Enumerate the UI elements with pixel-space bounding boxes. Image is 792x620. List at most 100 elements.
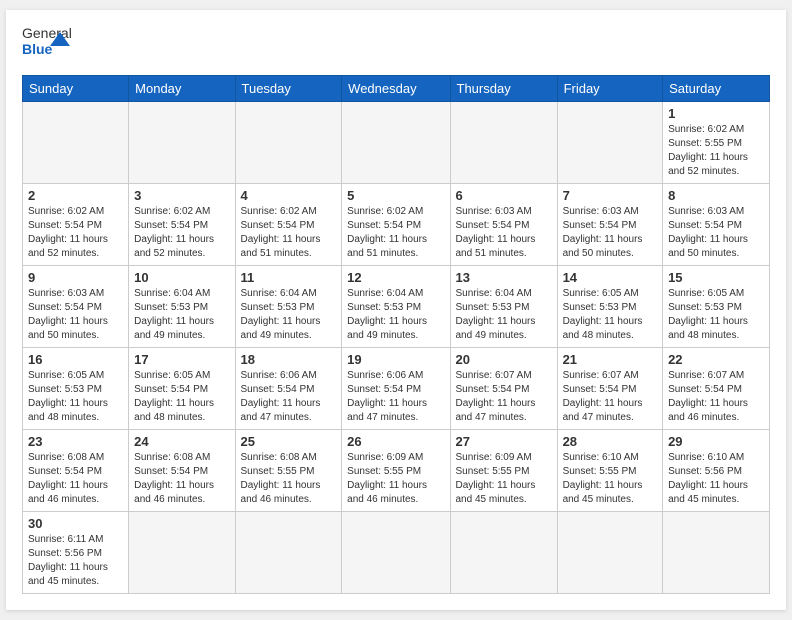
week-row-4: 16Sunrise: 6:05 AM Sunset: 5:53 PM Dayli… xyxy=(23,348,770,430)
day-info: Sunrise: 6:10 AM Sunset: 5:56 PM Dayligh… xyxy=(668,451,764,507)
calendar-cell: 25 Sunrise: 6:08 AM Sunset: 5:55 PM Dayli… xyxy=(235,430,342,512)
day-number: 25 xyxy=(241,434,337,449)
calendar-cell xyxy=(342,102,450,184)
calendar-cell: 30 Sunrise: 6:11 AM Sunset: 5:56 PM Dayli… xyxy=(23,512,129,594)
calendar-container: GeneralBlue SundayMondayTuesdayWednesday… xyxy=(6,10,786,610)
calendar-cell: 6Sunrise: 6:03 AM Sunset: 5:54 PM Daylig… xyxy=(450,184,557,266)
day-info: Sunrise: 6:06 AM Sunset: 5:54 PM Dayligh… xyxy=(347,369,444,425)
day-info: Sunrise: 6:04 AM Sunset: 5:53 PM Dayligh… xyxy=(456,287,552,343)
day-number: 6 xyxy=(456,188,552,203)
day-info: Sunrise: 6:05 AM Sunset: 5:53 PM Dayligh… xyxy=(668,287,764,343)
day-info: Sunrise: 6:05 AM Sunset: 5:53 PM Dayligh… xyxy=(563,287,658,343)
day-number: 27 xyxy=(456,434,552,449)
calendar-cell: 2 Sunrise: 6:02 AM Sunset: 5:54 PM Daylig… xyxy=(23,184,129,266)
day-info: Sunrise: 6:08 AM Sunset: 5:54 PM Dayligh… xyxy=(28,451,123,507)
day-info: Sunrise: 6:09 AM Sunset: 5:55 PM Dayligh… xyxy=(456,451,552,507)
day-number: 21 xyxy=(563,352,658,367)
calendar-cell: 9 Sunrise: 6:03 AM Sunset: 5:54 PM Daylig… xyxy=(23,266,129,348)
calendar-cell: 7 Sunrise: 6:03 AM Sunset: 5:54 PM Daylig… xyxy=(557,184,663,266)
weekday-header-tuesday: Tuesday xyxy=(235,76,342,102)
day-number: 30 xyxy=(28,516,123,531)
day-info: Sunrise: 6:02 AM Sunset: 5:54 PM Dayligh… xyxy=(134,205,229,261)
day-number: 23 xyxy=(28,434,123,449)
calendar-cell xyxy=(23,102,129,184)
day-info: Sunrise: 6:03 AM Sunset: 5:54 PM Dayligh… xyxy=(28,287,123,343)
day-number: 18 xyxy=(241,352,337,367)
day-info: Sunrise: 6:05 AM Sunset: 5:54 PM Dayligh… xyxy=(134,369,229,425)
calendar-cell: 26 Sunrise: 6:09 AM Sunset: 5:55 PM Dayli… xyxy=(342,430,450,512)
calendar-cell: 28 Sunrise: 6:10 AM Sunset: 5:55 PM Dayli… xyxy=(557,430,663,512)
calendar-cell xyxy=(663,512,770,594)
day-info: Sunrise: 6:11 AM Sunset: 5:56 PM Dayligh… xyxy=(28,533,123,589)
day-info: Sunrise: 6:10 AM Sunset: 5:55 PM Dayligh… xyxy=(563,451,658,507)
day-info: Sunrise: 6:04 AM Sunset: 5:53 PM Dayligh… xyxy=(241,287,337,343)
day-number: 24 xyxy=(134,434,229,449)
week-row-2: 2 Sunrise: 6:02 AM Sunset: 5:54 PM Daylig… xyxy=(23,184,770,266)
calendar-cell: 1Sunrise: 6:02 AM Sunset: 5:55 PM Daylig… xyxy=(663,102,770,184)
week-row-1: 1Sunrise: 6:02 AM Sunset: 5:55 PM Daylig… xyxy=(23,102,770,184)
day-number: 12 xyxy=(347,270,444,285)
week-row-5: 23 Sunrise: 6:08 AM Sunset: 5:54 PM Dayli… xyxy=(23,430,770,512)
calendar-cell xyxy=(235,102,342,184)
calendar-cell xyxy=(557,512,663,594)
calendar-cell: 8 Sunrise: 6:03 AM Sunset: 5:54 PM Daylig… xyxy=(663,184,770,266)
calendar-body: 1Sunrise: 6:02 AM Sunset: 5:55 PM Daylig… xyxy=(23,102,770,594)
day-number: 5 xyxy=(347,188,444,203)
day-number: 13 xyxy=(456,270,552,285)
calendar-cell: 22 Sunrise: 6:07 AM Sunset: 5:54 PM Dayli… xyxy=(663,348,770,430)
day-number: 10 xyxy=(134,270,229,285)
calendar-cell xyxy=(450,512,557,594)
calendar-cell: 5 Sunrise: 6:02 AM Sunset: 5:54 PM Daylig… xyxy=(342,184,450,266)
day-info: Sunrise: 6:03 AM Sunset: 5:54 PM Dayligh… xyxy=(668,205,764,261)
week-row-6: 30 Sunrise: 6:11 AM Sunset: 5:56 PM Dayli… xyxy=(23,512,770,594)
calendar-cell: 14 Sunrise: 6:05 AM Sunset: 5:53 PM Dayli… xyxy=(557,266,663,348)
svg-text:Blue: Blue xyxy=(22,41,53,57)
day-info: Sunrise: 6:05 AM Sunset: 5:53 PM Dayligh… xyxy=(28,369,123,425)
calendar-cell: 29 Sunrise: 6:10 AM Sunset: 5:56 PM Dayli… xyxy=(663,430,770,512)
calendar-cell: 19Sunrise: 6:06 AM Sunset: 5:54 PM Dayli… xyxy=(342,348,450,430)
day-number: 26 xyxy=(347,434,444,449)
day-info: Sunrise: 6:02 AM Sunset: 5:54 PM Dayligh… xyxy=(28,205,123,261)
calendar-cell xyxy=(129,512,235,594)
day-number: 20 xyxy=(456,352,552,367)
day-info: Sunrise: 6:02 AM Sunset: 5:54 PM Dayligh… xyxy=(347,205,444,261)
day-number: 1 xyxy=(668,106,764,121)
calendar-cell: 11 Sunrise: 6:04 AM Sunset: 5:53 PM Dayli… xyxy=(235,266,342,348)
day-number: 15 xyxy=(668,270,764,285)
week-row-3: 9 Sunrise: 6:03 AM Sunset: 5:54 PM Daylig… xyxy=(23,266,770,348)
day-info: Sunrise: 6:07 AM Sunset: 5:54 PM Dayligh… xyxy=(668,369,764,425)
calendar-cell: 10Sunrise: 6:04 AM Sunset: 5:53 PM Dayli… xyxy=(129,266,235,348)
day-info: Sunrise: 6:04 AM Sunset: 5:53 PM Dayligh… xyxy=(347,287,444,343)
calendar-cell: 12 Sunrise: 6:04 AM Sunset: 5:53 PM Dayli… xyxy=(342,266,450,348)
weekday-header-sunday: Sunday xyxy=(23,76,129,102)
calendar-cell: 4Sunrise: 6:02 AM Sunset: 5:54 PM Daylig… xyxy=(235,184,342,266)
day-info: Sunrise: 6:07 AM Sunset: 5:54 PM Dayligh… xyxy=(563,369,658,425)
day-number: 7 xyxy=(563,188,658,203)
day-info: Sunrise: 6:06 AM Sunset: 5:54 PM Dayligh… xyxy=(241,369,337,425)
day-info: Sunrise: 6:08 AM Sunset: 5:55 PM Dayligh… xyxy=(241,451,337,507)
logo-svg: GeneralBlue xyxy=(22,22,72,67)
calendar-cell: 27 Sunrise: 6:09 AM Sunset: 5:55 PM Dayli… xyxy=(450,430,557,512)
calendar-cell: 23 Sunrise: 6:08 AM Sunset: 5:54 PM Dayli… xyxy=(23,430,129,512)
weekday-header-thursday: Thursday xyxy=(450,76,557,102)
weekday-header-friday: Friday xyxy=(557,76,663,102)
day-number: 14 xyxy=(563,270,658,285)
day-number: 8 xyxy=(668,188,764,203)
day-number: 29 xyxy=(668,434,764,449)
day-number: 22 xyxy=(668,352,764,367)
calendar-cell: 15 Sunrise: 6:05 AM Sunset: 5:53 PM Dayli… xyxy=(663,266,770,348)
calendar-cell: 24Sunrise: 6:08 AM Sunset: 5:54 PM Dayli… xyxy=(129,430,235,512)
calendar-cell xyxy=(235,512,342,594)
day-number: 9 xyxy=(28,270,123,285)
day-number: 2 xyxy=(28,188,123,203)
calendar-cell: 21 Sunrise: 6:07 AM Sunset: 5:54 PM Dayli… xyxy=(557,348,663,430)
calendar-cell: 18 Sunrise: 6:06 AM Sunset: 5:54 PM Dayli… xyxy=(235,348,342,430)
calendar-cell xyxy=(342,512,450,594)
day-number: 28 xyxy=(563,434,658,449)
calendar-header: GeneralBlue xyxy=(22,22,770,67)
day-info: Sunrise: 6:09 AM Sunset: 5:55 PM Dayligh… xyxy=(347,451,444,507)
calendar-cell: 13 Sunrise: 6:04 AM Sunset: 5:53 PM Dayli… xyxy=(450,266,557,348)
day-number: 4 xyxy=(241,188,337,203)
day-number: 11 xyxy=(241,270,337,285)
day-info: Sunrise: 6:03 AM Sunset: 5:54 PM Dayligh… xyxy=(563,205,658,261)
